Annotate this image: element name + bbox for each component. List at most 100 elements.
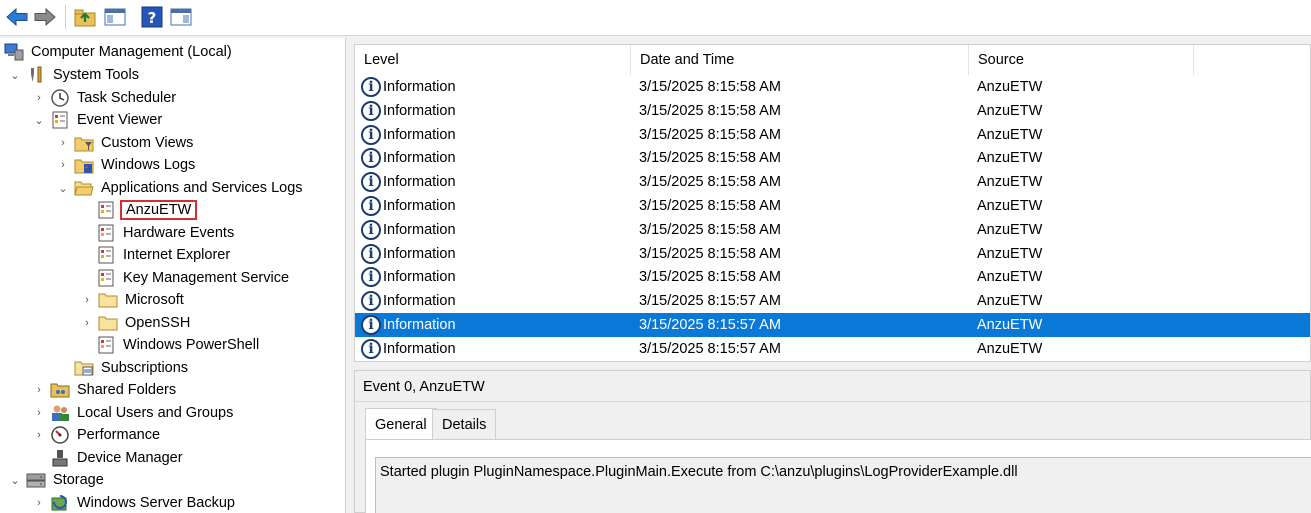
- up-folder-icon[interactable]: [72, 4, 98, 30]
- event-datetime: 3/15/2025 8:15:58 AM: [639, 245, 781, 262]
- tree-item-microsoft[interactable]: › Microsoft: [80, 289, 187, 311]
- event-row[interactable]: i Information 3/15/2025 8:15:57 AM AnzuETW: [355, 289, 1310, 313]
- tree-item-device-manager[interactable]: Device Manager: [32, 447, 186, 469]
- event-row[interactable]: i Information 3/15/2025 8:15:58 AM AnzuETW: [355, 194, 1310, 218]
- chevron-down-icon[interactable]: ⌄: [8, 69, 22, 82]
- chevron-right-icon[interactable]: ›: [32, 497, 46, 509]
- event-source: AnzuETW: [977, 340, 1043, 357]
- information-icon: i: [361, 124, 381, 145]
- event-source: AnzuETW: [977, 79, 1043, 95]
- event-level-cell: i Information: [361, 337, 456, 361]
- event-source: AnzuETW: [977, 245, 1043, 262]
- event-source: AnzuETW: [977, 293, 1043, 310]
- pane-splitter[interactable]: [346, 38, 352, 513]
- chevron-right-icon[interactable]: ›: [56, 137, 70, 149]
- back-icon[interactable]: [4, 4, 30, 30]
- shared-folder-icon: [50, 380, 70, 400]
- tree-item-label: Key Management Service: [123, 270, 290, 286]
- event-level: Information: [383, 174, 456, 191]
- event-level-cell: i Information: [361, 146, 456, 170]
- chevron-right-icon[interactable]: ›: [32, 429, 46, 441]
- event-datetime: 3/15/2025 8:15:58 AM: [639, 221, 781, 238]
- show-hide-action-pane-icon[interactable]: [168, 4, 194, 30]
- event-level: Information: [383, 269, 456, 286]
- event-row[interactable]: i Information 3/15/2025 8:15:57 AM AnzuETW: [355, 337, 1310, 361]
- chevron-right-icon[interactable]: ›: [32, 92, 46, 104]
- tree-item-windows-server-backup[interactable]: › Windows Server Backup: [32, 492, 238, 513]
- console-tree: Computer Management (Local) ⌄ System Too…: [0, 38, 346, 513]
- event-level: Information: [383, 340, 456, 357]
- event-datetime: 3/15/2025 8:15:58 AM: [639, 269, 781, 286]
- event-row[interactable]: i Information 3/15/2025 8:15:58 AM AnzuETW: [355, 146, 1310, 170]
- tab-general[interactable]: General: [365, 408, 437, 440]
- event-row[interactable]: i Information 3/15/2025 8:15:58 AM AnzuETW: [355, 75, 1310, 99]
- event-row[interactable]: i Information 3/15/2025 8:15:58 AM AnzuETW: [355, 123, 1310, 147]
- tree-item-task-scheduler[interactable]: › Task Scheduler: [32, 87, 179, 109]
- information-icon: i: [361, 315, 381, 335]
- tree-item-applications-services-logs[interactable]: ⌄ Applications and Services Logs: [56, 177, 306, 199]
- event-datetime: 3/15/2025 8:15:57 AM: [639, 293, 781, 310]
- events-header: Level Date and Time Source: [355, 45, 1310, 75]
- column-header-level[interactable]: Level: [355, 45, 631, 75]
- chevron-down-icon[interactable]: ⌄: [32, 114, 46, 127]
- toolbar-separator: [65, 5, 66, 29]
- tree-item-local-users-groups[interactable]: › Local Users and Groups: [32, 402, 236, 424]
- event-row[interactable]: i Information 3/15/2025 8:15:58 AM AnzuETW: [355, 265, 1310, 289]
- information-icon: i: [361, 172, 381, 193]
- forward-icon[interactable]: [32, 4, 58, 30]
- log-icon: [96, 268, 116, 288]
- event-viewer-icon: [50, 110, 70, 130]
- tree-item-key-management-service[interactable]: Key Management Service: [78, 267, 292, 289]
- tools-icon: [26, 65, 46, 85]
- show-hide-tree-icon[interactable]: [102, 4, 128, 30]
- tab-details[interactable]: Details: [432, 409, 497, 439]
- event-source: AnzuETW: [977, 221, 1043, 238]
- event-datetime: 3/15/2025 8:15:58 AM: [639, 150, 781, 167]
- chevron-right-icon[interactable]: ›: [32, 384, 46, 396]
- chevron-right-icon[interactable]: ›: [80, 294, 94, 306]
- event-level: Information: [383, 126, 456, 143]
- column-header-date-time[interactable]: Date and Time: [631, 45, 969, 75]
- event-row[interactable]: i Information 3/15/2025 8:15:58 AM AnzuETW: [355, 218, 1310, 242]
- event-level-cell: i Information: [361, 218, 456, 242]
- tree-item-anzuetw[interactable]: AnzuETW: [78, 199, 198, 221]
- event-row[interactable]: i Information 3/15/2025 8:15:57 AM AnzuETW: [355, 313, 1310, 337]
- event-source: AnzuETW: [977, 102, 1043, 119]
- folder-open-icon: [74, 178, 94, 198]
- chevron-right-icon[interactable]: ›: [80, 317, 94, 329]
- chevron-down-icon[interactable]: ⌄: [8, 474, 22, 487]
- tree-item-internet-explorer[interactable]: Internet Explorer: [78, 244, 233, 266]
- chevron-right-icon[interactable]: ›: [32, 407, 46, 419]
- column-header-source[interactable]: Source: [969, 45, 1194, 75]
- event-row[interactable]: i Information 3/15/2025 8:15:58 AM AnzuETW: [355, 99, 1310, 123]
- tree-item-event-viewer[interactable]: ⌄ Event Viewer: [32, 109, 165, 131]
- event-level: Information: [383, 221, 456, 238]
- computer-icon: [4, 42, 24, 62]
- tree-item-computer-management[interactable]: Computer Management (Local): [4, 41, 235, 63]
- tree-item-openssh[interactable]: › OpenSSH: [80, 312, 193, 334]
- tree-item-label: Event Viewer: [77, 112, 163, 128]
- event-row[interactable]: i Information 3/15/2025 8:15:58 AM AnzuETW: [355, 242, 1310, 266]
- event-level-cell: i Information: [361, 123, 456, 147]
- tree-item-windows-logs[interactable]: › Windows Logs: [56, 154, 198, 176]
- event-row[interactable]: i Information 3/15/2025 8:15:58 AM AnzuETW: [355, 170, 1310, 194]
- tree-item-system-tools[interactable]: ⌄ System Tools: [8, 64, 142, 86]
- help-icon[interactable]: ?: [139, 4, 165, 30]
- tree-item-label: Windows PowerShell: [123, 337, 260, 353]
- tree-item-performance[interactable]: › Performance: [32, 424, 163, 446]
- tree-item-hardware-events[interactable]: Hardware Events: [78, 222, 237, 244]
- chevron-right-icon[interactable]: ›: [56, 159, 70, 171]
- subscriptions-icon: [74, 358, 94, 378]
- tree-item-custom-views[interactable]: › Custom Views: [56, 132, 196, 154]
- event-datetime: 3/15/2025 8:15:58 AM: [639, 126, 781, 143]
- tree-item-storage[interactable]: ⌄ Storage: [8, 469, 107, 491]
- chevron-down-icon[interactable]: ⌄: [56, 182, 70, 195]
- event-datetime: 3/15/2025 8:15:58 AM: [639, 102, 781, 119]
- clock-icon: [50, 88, 70, 108]
- tree-item-windows-powershell[interactable]: Windows PowerShell: [78, 334, 262, 356]
- event-level: Information: [383, 79, 456, 95]
- tree-item-shared-folders[interactable]: › Shared Folders: [32, 379, 179, 401]
- tree-item-subscriptions[interactable]: Subscriptions: [56, 357, 191, 379]
- tree-item-label: Shared Folders: [77, 382, 177, 398]
- information-icon: i: [361, 267, 381, 288]
